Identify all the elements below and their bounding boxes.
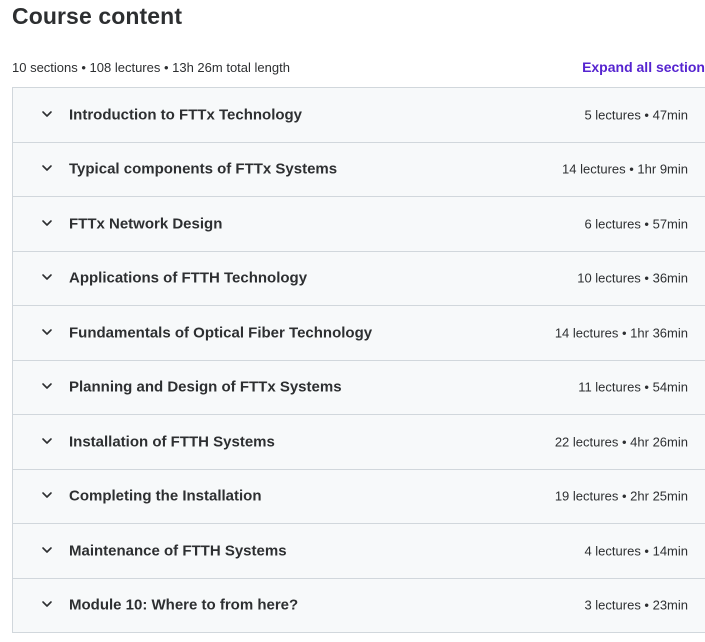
chevron-down-icon (41, 108, 53, 120)
section-title: Module 10: Where to from here? (69, 596, 299, 614)
section-meta: 14 lectures • 1hr 36min (554, 325, 688, 341)
section-meta: 5 lectures • 47min (584, 107, 688, 123)
section-list: Introduction to FTTx Technology 5 lecture… (12, 87, 705, 633)
section-title: FTTx Network Design (69, 215, 223, 233)
section-title: Typical components of FTTx Systems (69, 160, 338, 178)
section-meta: 10 lectures • 36min (577, 270, 688, 286)
section-row[interactable]: FTTx Network Design 6 lectures • 57min (13, 197, 705, 252)
chevron-down-icon (41, 598, 53, 610)
section-row[interactable]: Introduction to FTTx Technology 5 lecture… (13, 88, 705, 143)
section-row[interactable]: Planning and Design of FTTx Systems 11 le… (13, 360, 705, 415)
section-title: Completing the Installation (69, 487, 262, 505)
section-meta: 14 lectures • 1hr 9min (562, 161, 688, 177)
section-row[interactable]: Installation of FTTH Systems 22 lectures … (13, 415, 705, 470)
chevron-down-icon (41, 380, 53, 392)
section-meta: 11 lectures • 54min (578, 379, 688, 395)
section-row[interactable]: Module 10: Where to from here? 3 lectures… (13, 578, 705, 633)
section-title: Applications of FTTH Technology (69, 269, 308, 287)
section-title: Installation of FTTH Systems (69, 433, 275, 451)
page-title: Course content (12, 3, 183, 29)
chevron-down-icon (41, 544, 53, 556)
chevron-down-icon (41, 326, 53, 338)
course-summary-row: 10 sections • 108 lectures • 13h 26m tot… (12, 59, 705, 77)
chevron-down-icon (41, 162, 53, 174)
section-row[interactable]: Fundamentals of Optical Fiber Technology… (13, 306, 705, 361)
chevron-down-icon (41, 489, 53, 501)
section-title: Planning and Design of FTTx Systems (69, 378, 342, 396)
section-row[interactable]: Typical components of FTTx Systems 14 lec… (13, 142, 705, 197)
course-summary: 10 sections • 108 lectures • 13h 26m tot… (12, 60, 290, 75)
section-row[interactable]: Completing the Installation 19 lectures •… (13, 469, 705, 524)
section-meta: 22 lectures • 4hr 26min (554, 434, 688, 450)
expand-all-sections-button[interactable]: Expand all section (582, 59, 705, 75)
section-row[interactable]: Maintenance of FTTH Systems 4 lectures • … (13, 524, 705, 579)
section-title: Fundamentals of Optical Fiber Technology (69, 324, 373, 342)
chevron-down-icon (41, 435, 53, 447)
section-meta: 4 lectures • 14min (584, 543, 688, 559)
section-title: Maintenance of FTTH Systems (69, 542, 287, 560)
section-meta: 6 lectures • 57min (584, 216, 688, 232)
chevron-down-icon (41, 271, 53, 283)
section-row[interactable]: Applications of FTTH Technology 10 lectur… (13, 251, 705, 306)
section-meta: 19 lectures • 2hr 25min (554, 488, 688, 504)
chevron-down-icon (41, 217, 53, 229)
section-title: Introduction to FTTx Technology (69, 106, 303, 124)
section-meta: 3 lectures • 23min (584, 597, 688, 613)
